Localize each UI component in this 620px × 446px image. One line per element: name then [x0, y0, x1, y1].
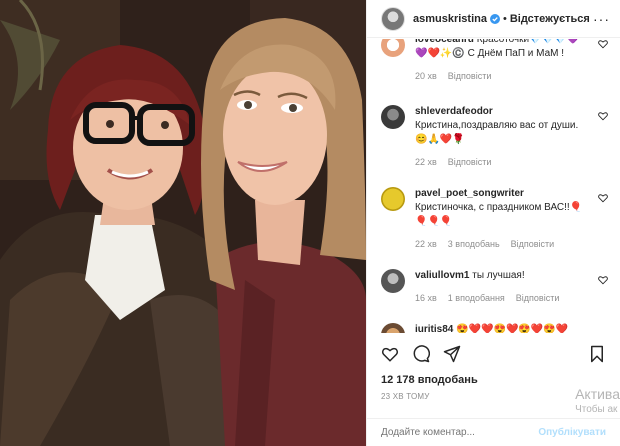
verified-icon	[489, 13, 500, 24]
commenter-avatar[interactable]	[381, 187, 405, 211]
bookmark-icon[interactable]	[588, 345, 606, 363]
comment-item: loveoceanru Красоточки💎💎💎💜💜❤️✨©️ С Днём …	[381, 39, 608, 83]
likes-count[interactable]: 12 178 вподобань	[381, 374, 478, 386]
commenter-avatar[interactable]	[381, 323, 405, 333]
comment-username[interactable]: shleverdafeodor	[415, 106, 493, 117]
comment-username[interactable]: loveoceanru	[415, 39, 474, 45]
watermark-line-2: Чтобы ак	[575, 404, 618, 415]
author-avatar[interactable]	[381, 6, 405, 31]
comment-time[interactable]: 22 хв	[415, 237, 437, 251]
post-actions	[381, 340, 606, 368]
commenter-avatar[interactable]	[381, 269, 405, 293]
comment-item: pavel_poet_songwriter Кристиночка, с пра…	[381, 187, 608, 251]
photo-illustration	[0, 0, 366, 446]
share-icon[interactable]	[443, 345, 461, 363]
comment-text: Кристина,поздравляю вас от души.😊🙏❤️🌹	[415, 120, 579, 145]
comment-text: 😍❤️❤️😍❤️😍❤️😍❤️	[456, 324, 569, 333]
heart-icon[interactable]	[598, 39, 608, 49]
add-comment-input[interactable]	[381, 427, 539, 438]
comment-username[interactable]: valiullovm1	[415, 270, 469, 281]
comment-item: iuritis84 😍❤️❤️😍❤️😍❤️😍❤️	[381, 323, 608, 333]
reply-button[interactable]: Відповісти	[516, 291, 560, 305]
reply-button[interactable]: Відповісти	[448, 69, 492, 83]
windows-activation-watermark: Актива Чтобы ак	[575, 386, 620, 415]
comment-likes[interactable]: 3 вподобань	[448, 237, 500, 251]
comment-item: shleverdafeodor Кристина,поздравляю вас …	[381, 105, 608, 169]
comment-time[interactable]: 20 хв	[415, 69, 437, 83]
following-button[interactable]: Відстежується	[510, 13, 590, 25]
reply-button[interactable]: Відповісти	[448, 155, 492, 169]
comment-username[interactable]: pavel_poet_songwriter	[415, 188, 524, 199]
add-comment-bar: Опублікувати	[367, 418, 620, 446]
comment-time[interactable]: 16 хв	[415, 291, 437, 305]
watermark-line-1: Актива	[575, 386, 620, 402]
commenter-avatar[interactable]	[381, 39, 405, 57]
post-photo[interactable]	[0, 0, 366, 446]
comment-time[interactable]: 22 хв	[415, 155, 437, 169]
post-time[interactable]: 23 ХВ ТОМУ	[381, 392, 430, 401]
commenter-avatar[interactable]	[381, 105, 405, 129]
comment-text: Кристиночка, с праздником ВАС!!🎈🎈🎈🎈	[415, 202, 583, 227]
reply-button[interactable]: Відповісти	[511, 237, 555, 251]
header-separator: •	[502, 12, 507, 25]
more-icon[interactable]: ···	[593, 12, 610, 26]
comment-username[interactable]: iuritis84	[415, 324, 453, 333]
comment-likes[interactable]: 1 вподобання	[448, 291, 505, 305]
comment-item: valiullovm1 ты лучшая! 16 хв 1 вподобанн…	[381, 269, 608, 305]
heart-icon[interactable]	[381, 345, 399, 363]
post-sidebar: asmuskristina • Відстежується ··· loveoc…	[366, 0, 620, 446]
comment-text: ты лучшая!	[472, 270, 525, 281]
comment-icon[interactable]	[412, 345, 430, 363]
heart-icon[interactable]	[598, 111, 608, 121]
publish-button[interactable]: Опублікувати	[538, 427, 606, 438]
comments-list[interactable]: loveoceanru Красоточки💎💎💎💜💜❤️✨©️ С Днём …	[367, 39, 620, 333]
heart-icon[interactable]	[598, 193, 608, 203]
author-username[interactable]: asmuskristina	[413, 13, 487, 25]
post-header: asmuskristina • Відстежується ···	[367, 0, 620, 38]
heart-icon[interactable]	[598, 275, 608, 285]
